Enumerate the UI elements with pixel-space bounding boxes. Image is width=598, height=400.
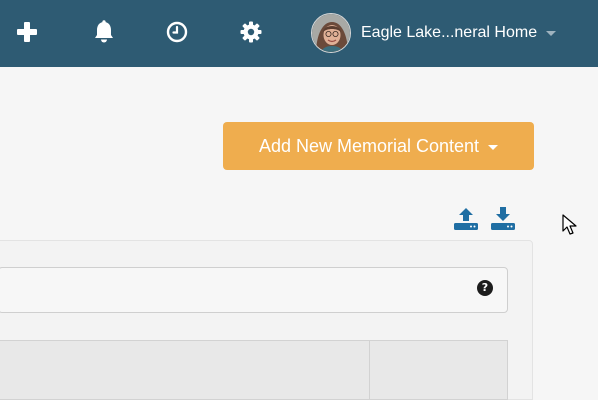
avatar[interactable]	[311, 13, 351, 53]
table-header-cell[interactable]	[370, 341, 507, 399]
download-icon[interactable]	[490, 206, 516, 232]
chevron-down-icon[interactable]	[546, 30, 557, 36]
upload-icon[interactable]	[453, 206, 479, 232]
table-header-cell[interactable]	[0, 341, 369, 399]
help-icon[interactable]: ?	[477, 280, 493, 296]
dropdown-caret-icon	[488, 144, 499, 150]
search-input[interactable]: ?	[0, 267, 508, 313]
table-header	[0, 340, 508, 400]
mouse-cursor-icon	[562, 214, 577, 235]
clock-icon[interactable]	[162, 17, 192, 47]
user-name[interactable]: Eagle Lake...neral Home	[361, 24, 537, 42]
plus-icon[interactable]	[12, 17, 42, 47]
bell-icon[interactable]	[89, 17, 119, 47]
add-memorial-content-label: Add New Memorial Content	[258, 135, 480, 156]
add-memorial-content-button[interactable]: Add New Memorial Content	[223, 122, 534, 170]
top-navigation-bar: Eagle Lake...neral Home	[0, 0, 598, 67]
gear-icon[interactable]	[236, 17, 266, 47]
user-menu[interactable]: Eagle Lake...neral Home	[311, 12, 571, 54]
